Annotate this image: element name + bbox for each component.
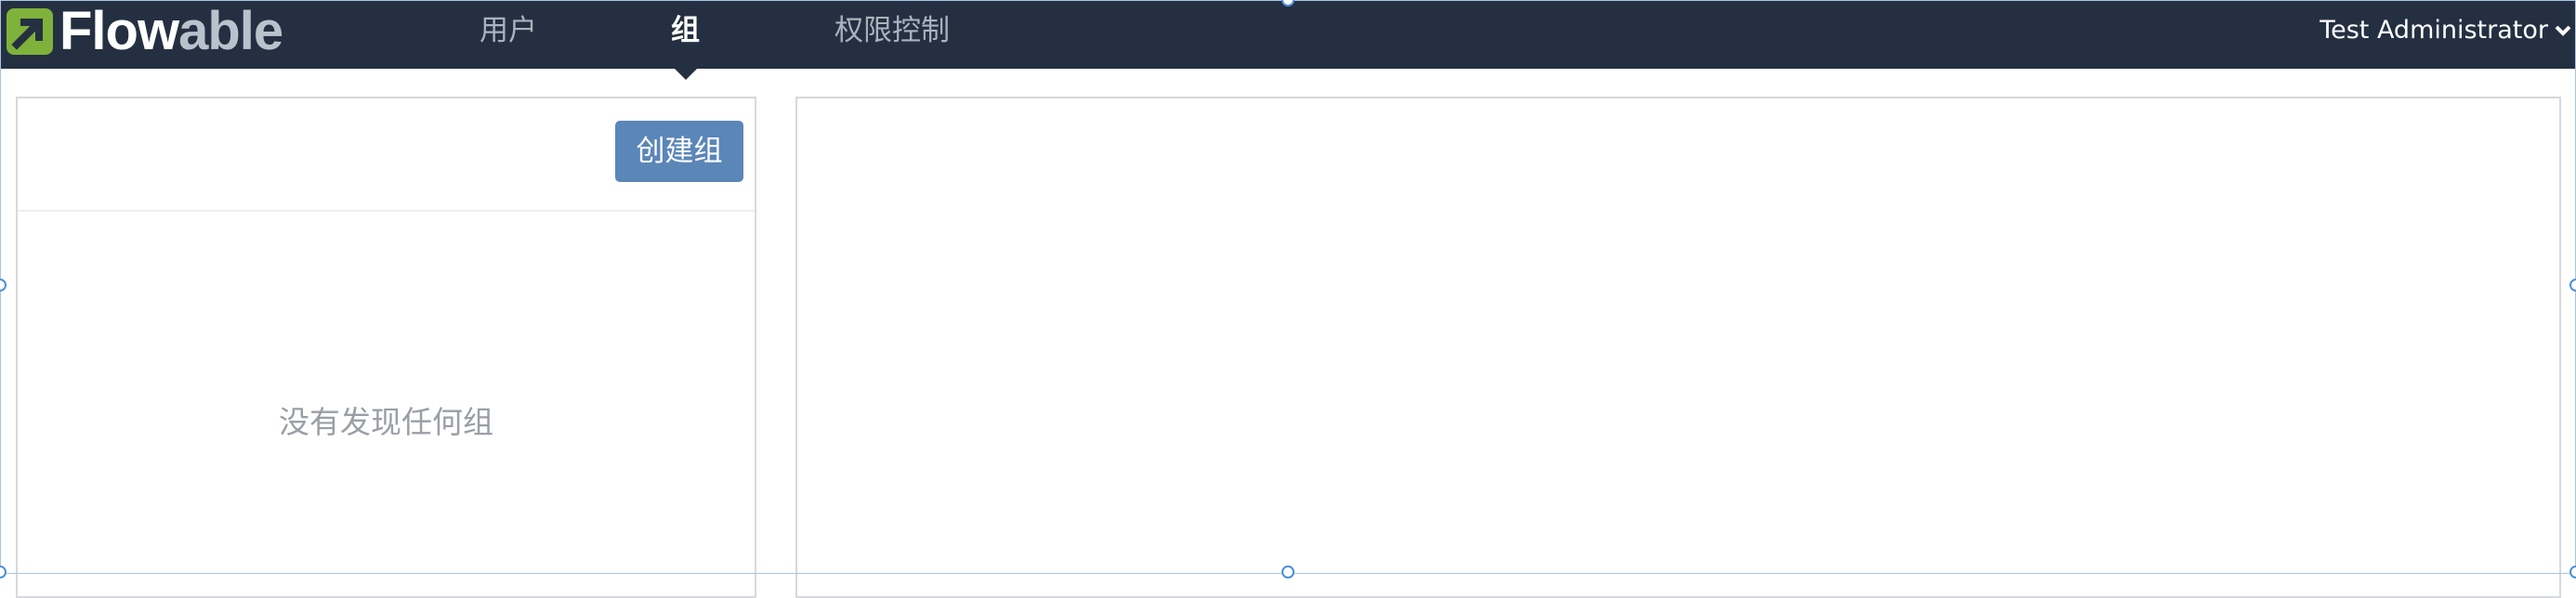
nav-item-users[interactable]: 用户: [480, 0, 537, 69]
groups-list-panel: 创建组 没有发现任何组: [16, 97, 756, 598]
create-group-button[interactable]: 创建组: [615, 121, 743, 182]
resize-handle-bottom-left[interactable]: [0, 566, 7, 578]
user-menu-label: Test Administrator: [2320, 16, 2548, 45]
resize-handle-bottom[interactable]: [1281, 566, 1295, 578]
resize-handle-right[interactable]: [2569, 279, 2576, 292]
nav-item-privileges[interactable]: 权限控制: [835, 0, 950, 69]
empty-groups-message: 没有发现任何组: [279, 404, 493, 440]
flowable-logo-icon: [7, 8, 53, 55]
nav-item-groups[interactable]: 组: [671, 0, 700, 80]
nav-item-label: 权限控制: [835, 14, 950, 47]
flowable-logo[interactable]: Flowable: [6, 1, 283, 61]
chevron-down-icon: [2555, 25, 2571, 36]
group-details-panel: [795, 97, 2561, 598]
resize-handle-left[interactable]: [0, 279, 7, 292]
logo-wordmark: Flowable: [59, 1, 283, 61]
nav-item-label: 用户: [480, 14, 537, 47]
nav-item-label: 组: [671, 14, 700, 47]
groups-list-header: 创建组: [18, 98, 755, 212]
active-indicator-caret: [674, 69, 697, 80]
top-navbar: Flowable 用户 组 权限控制 Test Administrator: [0, 0, 2576, 80]
user-menu[interactable]: Test Administrator: [2320, 0, 2576, 61]
resize-handle-bottom-right[interactable]: [2569, 566, 2576, 578]
